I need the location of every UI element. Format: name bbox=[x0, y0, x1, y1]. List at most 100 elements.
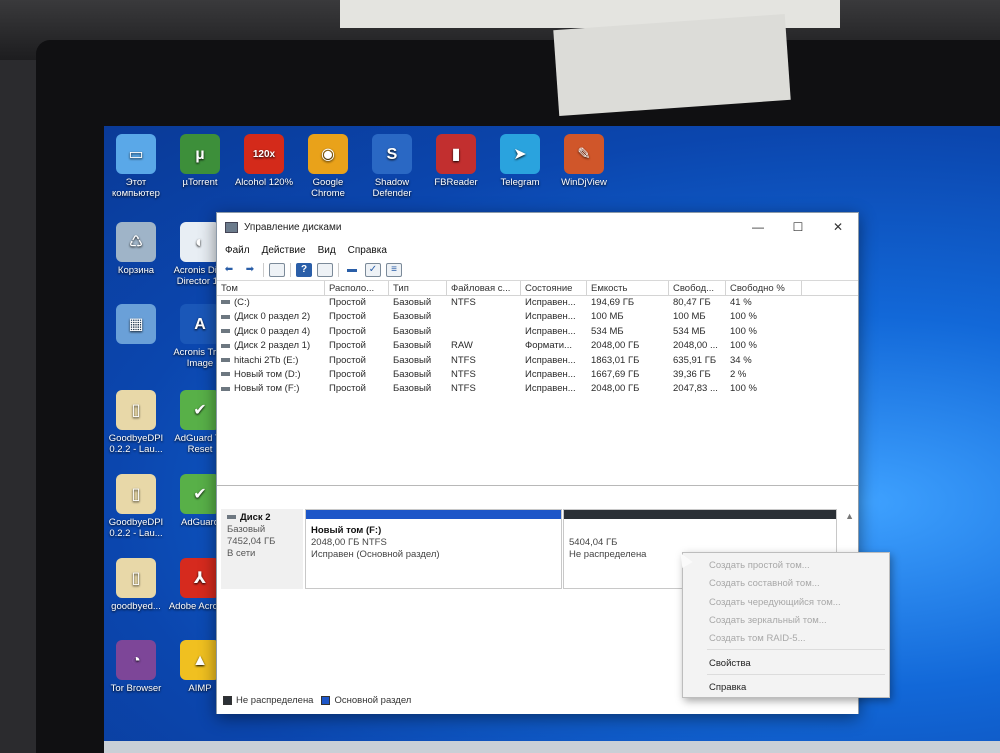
control-panel-icon: ▦ bbox=[116, 304, 156, 344]
column-header-type[interactable]: Тип bbox=[389, 281, 447, 295]
table-row[interactable]: (C:) Простой Базовый NTFS Исправен... 194,69 … bbox=[217, 296, 858, 310]
back-arrow-icon[interactable]: ⬅ bbox=[221, 263, 237, 277]
desktop-shortcut[interactable]: ◔ Tor Browser bbox=[104, 640, 168, 694]
volume-icon bbox=[221, 358, 230, 363]
folder-icon: ▯ bbox=[116, 390, 156, 430]
cell-filesystem bbox=[447, 310, 521, 324]
recycle-bin-icon: ♺ bbox=[116, 222, 156, 262]
desktop-shortcut[interactable]: ▮ FBReader bbox=[424, 134, 488, 188]
column-header-status[interactable]: Состояние bbox=[521, 281, 587, 295]
table-row[interactable]: (Диск 0 раздел 2) Простой Базовый Исправен.… bbox=[217, 310, 858, 324]
console-tree-icon[interactable] bbox=[269, 262, 285, 277]
column-header-layout[interactable]: Располо... bbox=[325, 281, 389, 295]
partition-status: Исправен (Основной раздел) bbox=[311, 549, 440, 560]
desktop-shortcut-label: GoodbyeDPI 0.2.2 - Lau... bbox=[108, 433, 164, 455]
desktop-shortcut-label: Корзина bbox=[117, 265, 155, 276]
menu-item-help[interactable]: Справка bbox=[709, 682, 746, 693]
settings-list-icon[interactable]: ≡ bbox=[386, 262, 402, 277]
cell-volume: Новый том (F:) bbox=[217, 382, 325, 396]
table-row[interactable]: Новый том (D:) Простой Базовый NTFS Исправен… bbox=[217, 368, 858, 382]
cell-free-percent: 100 % bbox=[730, 383, 757, 395]
volume-name: hitachi 2Tb (E:) bbox=[234, 354, 299, 366]
menu-view[interactable]: Вид bbox=[312, 245, 342, 256]
cell-type: Базовый bbox=[393, 368, 432, 380]
cell-free-percent: 2 % bbox=[730, 368, 747, 380]
cell-layout: Простой bbox=[329, 354, 366, 366]
desktop-shortcut-label: FBReader bbox=[434, 177, 478, 188]
forward-arrow-icon[interactable]: ➡ bbox=[242, 263, 258, 277]
column-header-volume[interactable]: Том bbox=[217, 281, 325, 295]
menu-divider bbox=[707, 674, 885, 675]
cell-volume: hitachi 2Tb (E:) bbox=[217, 354, 325, 368]
desktop-shortcut[interactable]: ▯ GoodbyeDPI 0.2.2 - Lau... bbox=[104, 390, 168, 455]
menu-help[interactable]: Справка bbox=[342, 245, 393, 256]
cell-capacity: 534 МБ bbox=[591, 325, 624, 337]
cell-filesystem: NTFS bbox=[451, 297, 476, 308]
help-icon[interactable]: ? bbox=[296, 262, 312, 277]
windjview-icon: ✎ bbox=[564, 134, 604, 174]
desktop-shortcut-label: GoodbyeDPI 0.2.2 - Lau... bbox=[108, 517, 164, 539]
volume-icon bbox=[221, 343, 230, 348]
taskbar[interactable] bbox=[104, 741, 1000, 753]
desktop-shortcut[interactable]: ▯ GoodbyeDPI 0.2.2 - Lau... bbox=[104, 474, 168, 539]
cell-type: Базовый bbox=[393, 340, 432, 352]
legend-label: Основной раздел bbox=[334, 695, 412, 706]
desktop-shortcut[interactable]: µ µTorrent bbox=[168, 134, 232, 188]
table-row[interactable]: hitachi 2Tb (E:) Простой Базовый NTFS Исправ… bbox=[217, 354, 858, 368]
cell-volume: (Диск 0 раздел 4) bbox=[217, 325, 325, 339]
close-button[interactable]: ✕ bbox=[818, 213, 858, 241]
legend: Не распределена Основной раздел bbox=[223, 695, 411, 706]
acronis-true-image-icon: A bbox=[180, 304, 220, 344]
column-header-filesystem[interactable]: Файловая с... bbox=[447, 281, 521, 295]
context-menu[interactable]: Создать простой том... Создать составной… bbox=[682, 552, 890, 698]
minimize-button[interactable]: — bbox=[738, 213, 778, 241]
column-header-capacity[interactable]: Емкость bbox=[587, 281, 669, 295]
desktop-shortcut[interactable]: ✎ WinDjView bbox=[552, 134, 616, 188]
cell-free-space: 2047,83 ... bbox=[673, 383, 718, 395]
table-row[interactable]: (Диск 0 раздел 4) Простой Базовый Исправен.… bbox=[217, 325, 858, 339]
cell-free-space: 100 МБ bbox=[673, 311, 706, 323]
cell-layout: Простой bbox=[329, 311, 366, 323]
toolbar: ⬅ ➡ ? ▬ ✓ ≡ bbox=[217, 259, 858, 281]
cell-layout: Простой bbox=[329, 325, 366, 337]
menu-file[interactable]: Файл bbox=[219, 245, 256, 256]
volume-name: (C:) bbox=[234, 297, 250, 308]
toolbar-divider bbox=[263, 262, 264, 277]
column-header-free-space[interactable]: Свобод... bbox=[669, 281, 726, 295]
volume-name: Новый том (F:) bbox=[234, 383, 300, 395]
cell-free-percent: 100 % bbox=[730, 311, 757, 323]
toolbar-divider bbox=[290, 262, 291, 277]
desktop-shortcut[interactable]: ▯ goodbyed... bbox=[104, 558, 168, 612]
adguard-icon: ✔ bbox=[180, 474, 220, 514]
desktop-shortcut[interactable]: ➤ Telegram bbox=[488, 134, 552, 188]
table-row[interactable]: Новый том (F:) Простой Базовый NTFS Исправен… bbox=[217, 382, 858, 396]
cell-volume: (Диск 0 раздел 2) bbox=[217, 310, 325, 324]
desktop-shortcut[interactable]: ▦ bbox=[104, 304, 168, 347]
desktop-shortcut[interactable]: S Shadow Defender bbox=[360, 134, 424, 199]
cell-volume: (Диск 2 раздел 1) bbox=[217, 339, 325, 353]
table-row[interactable]: (Диск 2 раздел 1) Простой Базовый RAW Формат… bbox=[217, 339, 858, 353]
desktop-shortcut[interactable]: ◉ Google Chrome bbox=[296, 134, 360, 199]
checklist-icon[interactable]: ✓ bbox=[365, 262, 381, 277]
desktop-shortcut[interactable]: ▭ Этот компьютер bbox=[104, 134, 168, 199]
desktop-shortcut-label: Alcohol 120% bbox=[234, 177, 294, 188]
menu-action[interactable]: Действие bbox=[256, 245, 312, 256]
maximize-button[interactable]: ☐ bbox=[778, 213, 818, 241]
cell-capacity: 194,69 ГБ bbox=[591, 297, 635, 308]
partition-primary[interactable]: Новый том (F:) 2048,00 ГБ NTFS Исправен … bbox=[305, 509, 562, 589]
title-bar[interactable]: Управление дисками — ☐ ✕ bbox=[217, 213, 858, 241]
cell-status: Исправен... bbox=[525, 383, 576, 395]
menu-bar: Файл Действие Вид Справка bbox=[217, 241, 858, 259]
desktop-shortcut[interactable]: ♺ Корзина bbox=[104, 222, 168, 276]
properties-icon[interactable] bbox=[317, 262, 333, 277]
desktop-shortcut-label: Google Chrome bbox=[311, 177, 345, 199]
menu-item-properties[interactable]: Свойства bbox=[709, 658, 751, 669]
desktop-shortcut[interactable]: 120x Alcohol 120% bbox=[232, 134, 296, 188]
scroll-up-arrow-icon[interactable]: ▲ bbox=[845, 511, 854, 521]
volume-list[interactable]: Том Располо... Тип Файловая с... Состоян… bbox=[217, 281, 858, 486]
rescan-disk-icon[interactable]: ▬ bbox=[344, 263, 360, 277]
volume-name: (Диск 0 раздел 2) bbox=[234, 311, 311, 323]
column-header-free-percent[interactable]: Свободно % bbox=[726, 281, 802, 295]
disk-status: В сети bbox=[227, 548, 256, 559]
disk-info[interactable]: Диск 2 Базовый 7452,04 ГБ В сети bbox=[221, 509, 303, 589]
